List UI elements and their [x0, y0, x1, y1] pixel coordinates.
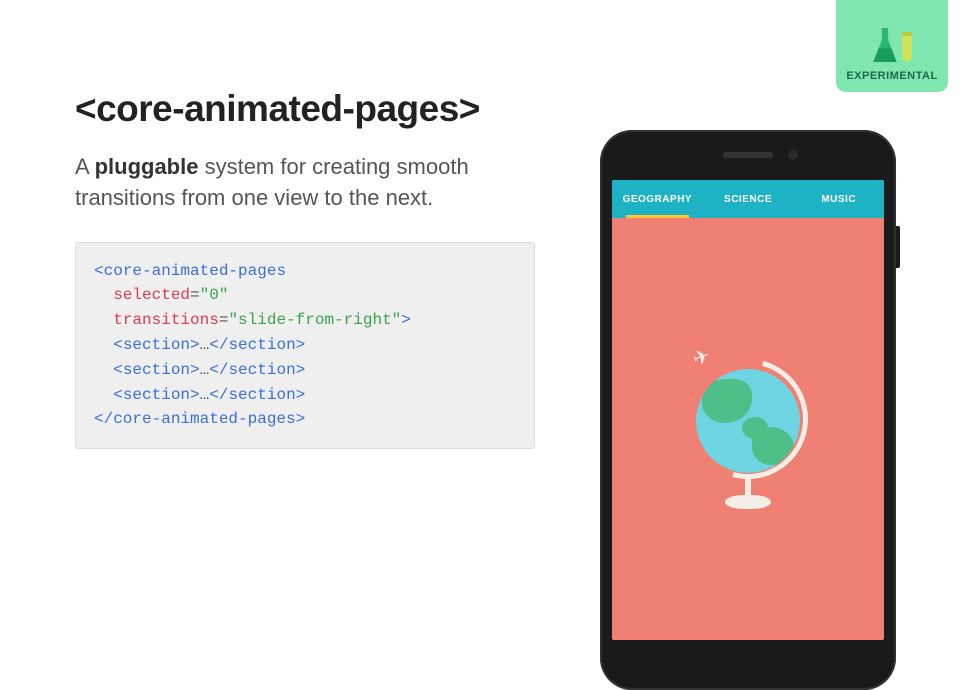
badge-label: EXPERIMENTAL	[846, 70, 937, 82]
globe-icon: ✈	[683, 349, 813, 509]
tab-science[interactable]: SCIENCE	[703, 180, 794, 218]
tab-geography[interactable]: GEOGRAPHY	[612, 180, 703, 218]
tab-music[interactable]: MUSIC	[793, 180, 884, 218]
tab-bar: GEOGRAPHY SCIENCE MUSIC	[612, 180, 884, 218]
plane-icon: ✈	[689, 343, 713, 372]
power-button-icon	[896, 226, 900, 268]
page-title: <core-animated-pages>	[75, 88, 535, 130]
code-example: <core-animated-pages selected="0" transi…	[75, 242, 535, 450]
experimental-badge: EXPERIMENTAL	[836, 0, 948, 92]
slide-content: <core-animated-pages> A pluggable system…	[75, 88, 535, 449]
lab-icon	[872, 28, 912, 62]
phone-mockup: GEOGRAPHY SCIENCE MUSIC ✈	[600, 130, 896, 690]
phone-screen: GEOGRAPHY SCIENCE MUSIC ✈	[612, 180, 884, 640]
tab-content: ✈	[612, 218, 884, 640]
description: A pluggable system for creating smooth t…	[75, 152, 535, 214]
